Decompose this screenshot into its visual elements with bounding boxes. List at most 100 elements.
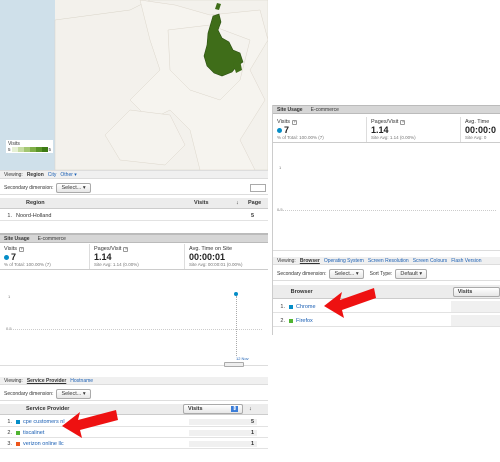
metric-sub: Site Avg: 0 — [464, 135, 487, 140]
tab-site-usage[interactable]: Site Usage — [4, 236, 30, 242]
metric-select[interactable]: Visits ⇕ — [183, 404, 243, 414]
service-provider-panel: Site Usage E-commerce Visits? 7 % of Tot… — [0, 233, 268, 462]
chart-gridline — [277, 210, 496, 211]
metric-pages-visit[interactable]: Pages/Visit? 1.14 Site Avg: 1.14 (0.00%) — [367, 117, 461, 142]
tab-site-usage[interactable]: Site Usage — [277, 107, 303, 113]
dim-screen-colours[interactable]: Screen Colours — [413, 258, 447, 264]
table-row: 1. cpe customers nl 5 — [0, 417, 268, 427]
dim-city[interactable]: City — [48, 172, 57, 178]
dim-other[interactable]: Other ▾ — [60, 172, 76, 178]
red-arrow-icon — [62, 410, 118, 438]
secondary-dimension-select[interactable]: Select... ▾ — [56, 388, 91, 399]
metric-sub: Site Avg: 1.14 (0.00%) — [370, 135, 416, 140]
region-name[interactable]: Noord-Holland — [16, 213, 214, 219]
viewing-label: Viewing: — [277, 257, 296, 264]
sp-metrics: Visits? 7 % of Total: 100.00% (7) Pages/… — [0, 244, 268, 270]
metric-value: 1.14 — [370, 125, 389, 135]
help-icon: ? — [292, 120, 298, 125]
sp-secondary-row: Secondary dimension: Select... ▾ — [0, 387, 268, 401]
dim-browser[interactable]: Browser — [300, 258, 320, 264]
row-value: 1 — [189, 429, 257, 436]
secondary-dimension-label: Secondary dimension: — [4, 390, 54, 397]
browser-dimension-bar: Viewing: Browser Operating System Screen… — [273, 257, 500, 265]
metric-select[interactable]: Visits — [452, 286, 500, 297]
browser-secondary-row: Secondary dimension: Select... ▾ Sort Ty… — [273, 267, 500, 281]
secondary-dimension-label: Secondary dimension: — [4, 184, 54, 191]
metric-avg-time[interactable]: Avg. Time on Site 00:00:01 Site Avg: 00:… — [185, 244, 268, 269]
dim-service-provider[interactable]: Service Provider — [27, 378, 66, 384]
col-region[interactable]: Region — [26, 200, 194, 206]
select-arrows-icon: ⇕ — [231, 406, 238, 412]
sort-arrow-icon[interactable]: ↓ — [236, 200, 248, 206]
metric-sub: Site Avg: 1.14 (0.00%) — [94, 262, 139, 267]
metric-pages-visit[interactable]: Pages/Visit? 1.14 Site Avg: 1.14 (0.00%) — [90, 244, 185, 269]
table-row: 2. tiscalinet 1 — [0, 428, 268, 438]
x-axis-date-label: 12 Nov — [236, 356, 249, 361]
metric-sub: Site Avg: 00:00:01 (0.00%) — [189, 262, 243, 267]
help-icon: ? — [19, 247, 25, 252]
metric-value: 1.14 — [94, 252, 112, 262]
chart-gridline — [6, 329, 262, 330]
row-number: 3. — [7, 440, 12, 447]
table-row: 1. Chrome — [273, 301, 500, 313]
region-secondary-row: Secondary dimension: Select... ▾ — [0, 181, 268, 195]
sp-dimension-bar: Viewing: Service Provider Hostname — [0, 377, 268, 385]
tab-ecommerce[interactable]: E-commerce — [38, 236, 66, 242]
series-dot-icon — [4, 255, 9, 260]
chart-scroll-handle[interactable] — [224, 362, 244, 367]
map-legend-gradient — [11, 147, 48, 152]
metric-value: 7 — [11, 252, 17, 262]
dim-screen-resolution[interactable]: Screen Resolution — [368, 258, 409, 264]
sp-tabbar: Site Usage E-commerce — [0, 234, 268, 243]
y-axis-top-label: 1 — [279, 165, 282, 170]
metric-visits[interactable]: Visits? 7 % of Total: 100.00% (7) — [0, 244, 90, 269]
help-icon: ? — [400, 120, 406, 125]
browser-tabbar: Site Usage E-commerce — [273, 105, 500, 114]
metric-sub: % of Total: 100.00% (7) — [277, 135, 324, 140]
row-number: 1. — [7, 212, 12, 219]
viewing-label: Viewing: — [4, 171, 23, 178]
region-table-panel: Viewing: Region City Other ▾ Secondary d… — [0, 170, 268, 225]
y-axis-top-label: 1 — [8, 294, 11, 299]
sp-table-header: Service Provider Visits ⇕ ↓ — [0, 404, 268, 415]
region-search-box[interactable] — [250, 183, 266, 192]
sort-type-label: Sort Type: — [369, 270, 393, 277]
dim-hostname[interactable]: Hostname — [70, 378, 93, 384]
secondary-dimension-select[interactable]: Select... ▾ — [56, 182, 91, 193]
map-legend-max: 5 — [48, 147, 52, 152]
viewing-label: Viewing: — [4, 377, 23, 384]
region-dimension-bar: Viewing: Region City Other ▾ — [0, 171, 268, 179]
row-value-cell — [451, 301, 500, 312]
sp-chart: 1 0.5 12 Nov — [0, 278, 268, 367]
row-number: 1. — [280, 303, 285, 310]
metric-avg-time[interactable]: Avg. Time 00:00:0 Site Avg: 0 — [461, 117, 500, 142]
sort-arrow-icon[interactable]: ↓ — [249, 406, 252, 412]
col-visits[interactable]: Visits — [194, 200, 236, 206]
metric-select-label: Visits — [188, 406, 203, 412]
dim-operating-system[interactable]: Operating System — [324, 258, 364, 264]
row-value: 1 — [189, 440, 257, 447]
row-value: 5 — [189, 418, 257, 425]
region-visits: 5 — [250, 212, 254, 219]
col-pages[interactable]: Page — [248, 200, 261, 206]
map-legend-min: 5 — [8, 147, 11, 152]
metric-sub: % of Total: 100.00% (7) — [4, 262, 51, 267]
metric-visits[interactable]: Visits? 7 % of Total: 100.00% (7) — [273, 117, 367, 142]
series-color-icon — [289, 318, 293, 323]
tab-ecommerce[interactable]: E-commerce — [311, 107, 339, 113]
table-row: 1. Noord-Holland 5 — [0, 211, 268, 221]
series-color-icon — [16, 441, 20, 446]
row-number: 2. — [7, 429, 12, 436]
dim-flash-version[interactable]: Flash Version — [451, 258, 481, 264]
series-color-icon — [289, 304, 293, 309]
dim-region[interactable]: Region — [27, 172, 44, 178]
series-color-icon — [16, 430, 20, 435]
secondary-dimension-label: Secondary dimension: — [277, 270, 327, 277]
row-value-cell — [451, 315, 500, 326]
map-panel: Visits 5 5 — [0, 0, 268, 170]
metric-value: 7 — [284, 125, 290, 135]
secondary-dimension-select[interactable]: Select... ▾ — [329, 268, 364, 279]
row-number: 1. — [7, 418, 12, 425]
sort-type-select[interactable]: Default ▾ — [395, 268, 428, 279]
region-table-header: Region Visits ↓ Page — [0, 198, 268, 209]
